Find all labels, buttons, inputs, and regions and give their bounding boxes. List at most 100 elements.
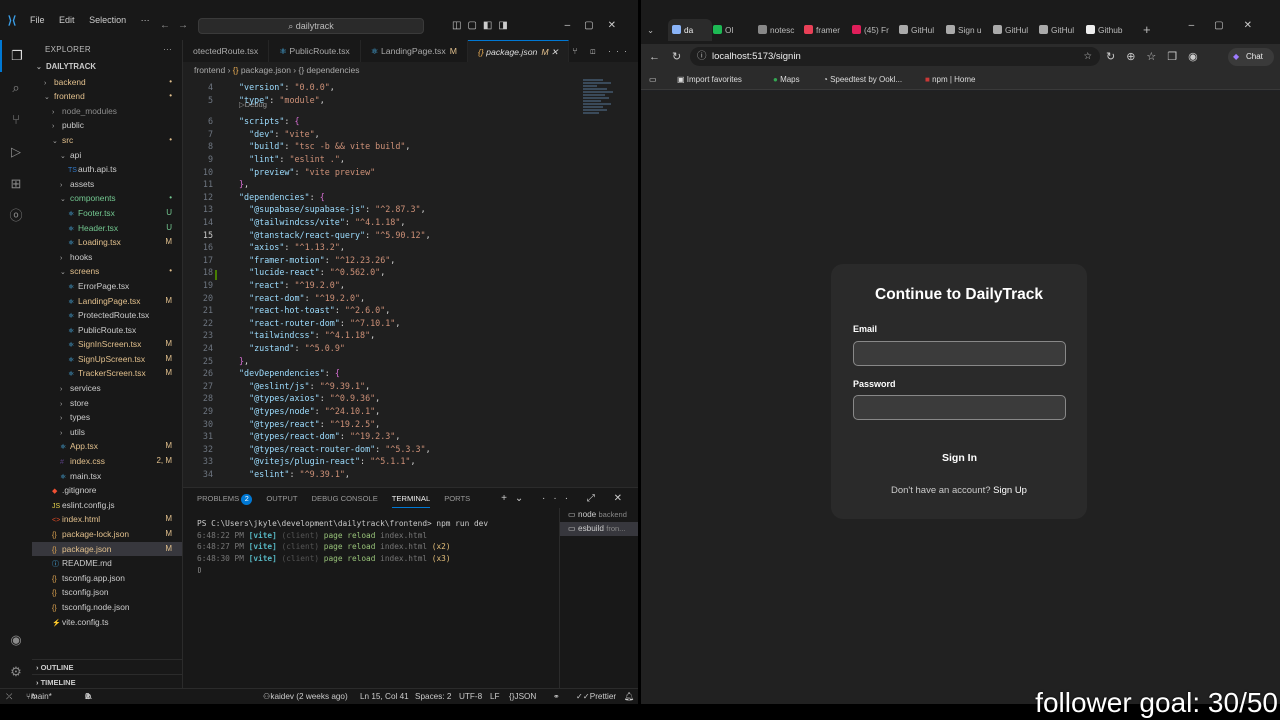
account-icon[interactable]: ◉ xyxy=(0,624,32,656)
workspace-root[interactable]: ⌄ DAILYTRACK xyxy=(32,60,182,75)
folder-item[interactable]: › utils xyxy=(32,425,182,440)
file-item[interactable]: ⚛ Loading.tsx M xyxy=(32,235,182,250)
folder-item[interactable]: ⌄ frontend • xyxy=(32,89,182,104)
editor-tab[interactable]: ⚛ LandingPage.tsx M xyxy=(361,40,468,62)
new-tab-button[interactable]: + xyxy=(1143,19,1151,41)
folder-item[interactable]: ⌄ src • xyxy=(32,133,182,148)
editor-tab[interactable]: otectedRoute.tsx xyxy=(183,40,270,62)
file-item[interactable]: ⚛ SignUpScreen.tsx M xyxy=(32,352,182,367)
tab-output[interactable]: OUTPUT xyxy=(266,490,297,508)
folder-item[interactable]: › hooks xyxy=(32,250,182,265)
browser-tab[interactable]: GitHul xyxy=(899,19,943,41)
panel-actions[interactable]: +⌄ ··· ⤢ ✕ xyxy=(501,490,630,508)
file-item[interactable]: ⚛ Header.tsx U xyxy=(32,221,182,236)
browser-window-controls[interactable]: –▢✕ xyxy=(1189,20,1272,31)
folder-item[interactable]: ⌄ components • xyxy=(32,191,182,206)
command-center-search[interactable]: ⌕ dailytrack xyxy=(198,18,424,34)
browser-tab[interactable]: framer xyxy=(804,19,848,41)
minimap[interactable] xyxy=(583,78,628,138)
folder-item[interactable]: › public xyxy=(32,118,182,133)
bookmark-speedtest[interactable]: ◔ Speedtest by Ookl... xyxy=(823,70,902,90)
password-field[interactable] xyxy=(853,395,1066,420)
remote-indicator-icon[interactable]: ⤫ xyxy=(6,689,13,704)
terminal-item-node[interactable]: ▭ node backend xyxy=(560,508,638,522)
menu-selection[interactable]: Selection xyxy=(89,15,126,25)
git-blame[interactable]: ⚇ kaidev (2 weeks ago) xyxy=(263,689,348,704)
bookmark-import-favorites[interactable]: ▣ Import favorites xyxy=(677,70,742,90)
search-icon[interactable]: ⌕ xyxy=(0,72,32,104)
browser-tab[interactable]: Sign u xyxy=(946,19,990,41)
email-field[interactable] xyxy=(853,341,1066,366)
branch-indicator[interactable]: ⑂ main* ↻ xyxy=(26,689,52,704)
window-controls[interactable]: –▢✕ xyxy=(565,20,630,31)
breadcrumb-file[interactable]: package.json xyxy=(241,65,291,75)
timeline-section[interactable]: › TIMELINE xyxy=(32,674,183,689)
explorer-icon[interactable]: ❐ xyxy=(0,40,32,72)
run-debug-icon[interactable]: ▷ xyxy=(0,136,32,168)
folder-item[interactable]: › assets xyxy=(32,177,182,192)
browser-tab[interactable]: GitHul xyxy=(993,19,1037,41)
file-item[interactable]: {} package.json M xyxy=(32,541,182,557)
terminal-output[interactable]: PS C:\Users\jkyle\development\dailytrack… xyxy=(197,518,488,576)
file-item[interactable]: ⚛ PublicRoute.tsx xyxy=(32,323,182,338)
tab-problems[interactable]: PROBLEMS 2 xyxy=(197,490,253,508)
browser-tab[interactable]: GitHul xyxy=(1039,19,1083,41)
tab-ports[interactable]: PORTS xyxy=(444,490,470,508)
file-item[interactable]: ◆ .gitignore xyxy=(32,483,182,498)
tab-actions-icon[interactable]: ▭ xyxy=(649,70,657,90)
indentation[interactable]: Spaces: 2 xyxy=(415,689,451,704)
breadcrumb-folder[interactable]: frontend xyxy=(194,65,225,75)
favorite-star-icon[interactable]: ☆ xyxy=(1083,47,1092,66)
editor-tab[interactable]: ⚛ PublicRoute.tsx xyxy=(269,40,361,62)
file-item[interactable]: ⓘ README.md xyxy=(32,556,182,571)
close-tab-icon[interactable]: ✕ xyxy=(549,47,558,57)
prettier-status[interactable]: ✓✓ Prettier xyxy=(576,689,616,704)
menu-edit[interactable]: Edit xyxy=(59,15,75,25)
sign-up-link[interactable]: Sign Up xyxy=(993,485,1027,496)
file-item[interactable]: ⚛ Footer.tsx U xyxy=(32,206,182,221)
browser-tab[interactable]: (45) Fr xyxy=(852,19,896,41)
copilot-icon[interactable]: ⚭ xyxy=(553,689,560,704)
file-item[interactable]: ⚛ SignInScreen.tsx M xyxy=(32,337,182,352)
browser-tab[interactable]: da xyxy=(668,19,712,41)
folder-item[interactable]: › backend • xyxy=(32,75,182,90)
encoding[interactable]: UTF-8 xyxy=(459,689,482,704)
file-item[interactable]: TSauth.api.ts xyxy=(32,162,182,177)
file-item[interactable]: # index.css 2, M xyxy=(32,454,182,469)
folder-item[interactable]: ⌄ screens • xyxy=(32,264,182,279)
folder-item[interactable]: › types xyxy=(32,410,182,425)
file-item[interactable]: ⚛ App.tsx M xyxy=(32,439,182,454)
bookmark-npm[interactable]: ■ npm | Home xyxy=(925,70,976,90)
tab-debug-console[interactable]: DEBUG CONSOLE xyxy=(312,490,378,508)
toolbar-icons[interactable]: ↻⊕☆❐◉ xyxy=(1106,44,1209,70)
extensions-icon[interactable]: ⊞ xyxy=(0,168,32,200)
bookmark-maps[interactable]: ● Maps xyxy=(773,70,800,90)
layout-icons[interactable]: ◫▢◧◨ xyxy=(452,20,514,31)
tab-list-chevron-icon[interactable]: ⌄ xyxy=(647,19,661,41)
browser-tab[interactable]: Ol xyxy=(713,19,757,41)
sign-in-button[interactable]: Sign In xyxy=(853,447,1066,469)
file-item[interactable]: JS eslint.config.js xyxy=(32,498,182,513)
notifications-bell-icon[interactable]: 🔔︎ xyxy=(624,689,634,704)
menu-more[interactable]: ··· xyxy=(141,15,150,25)
menu-file[interactable]: File xyxy=(30,15,45,25)
folder-item[interactable]: › node_modules xyxy=(32,104,182,119)
file-item[interactable]: {} tsconfig.json xyxy=(32,585,182,600)
breadcrumb-node[interactable]: {} dependencies xyxy=(298,65,359,75)
tab-terminal[interactable]: TERMINAL xyxy=(391,490,431,508)
outline-section[interactable]: › OUTLINE xyxy=(32,659,183,674)
line-ending[interactable]: LF xyxy=(490,689,500,704)
file-item[interactable]: ⚛ main.tsx xyxy=(32,469,182,484)
nav-arrows[interactable]: ←→ xyxy=(160,20,196,31)
settings-gear-icon[interactable]: ⚙ xyxy=(0,656,32,688)
code-editor[interactable]: ▷Debug 4 "version": "0.0.0", 5 "type": "modu… xyxy=(183,78,583,483)
cursor-position[interactable]: Ln 15, Col 41 xyxy=(360,689,409,704)
file-item[interactable]: {} package-lock.json M xyxy=(32,527,182,542)
editor-tab[interactable]: {} package.json M ✕ xyxy=(467,40,570,62)
file-item[interactable]: <> index.html M xyxy=(32,512,182,527)
site-info-icon[interactable]: ⓘ xyxy=(697,47,707,66)
browser-tab[interactable]: notesc xyxy=(758,19,802,41)
folder-item[interactable]: › store xyxy=(32,396,182,411)
source-control-icon[interactable]: ⑂ xyxy=(0,104,32,136)
terminal-item-esbuild[interactable]: ▭ esbuild fron... xyxy=(560,522,638,536)
